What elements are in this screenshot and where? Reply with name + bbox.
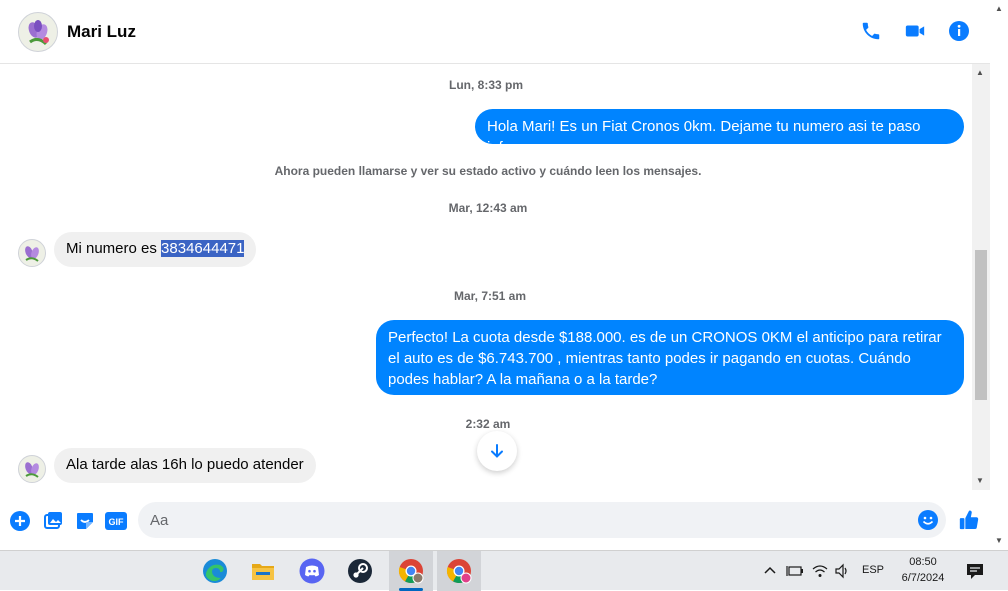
more-actions-button[interactable]: [9, 510, 31, 532]
taskbar-file-explorer[interactable]: [241, 551, 285, 591]
message-input-placeholder: Aa: [150, 512, 169, 529]
contact-name[interactable]: Mari Luz: [67, 22, 136, 42]
timestamp: Lun, 8:33 pm: [448, 78, 523, 92]
message-input[interactable]: Aa: [138, 502, 946, 538]
scroll-up-arrow-icon[interactable]: ▲: [976, 68, 984, 77]
conversation-info-button[interactable]: [946, 18, 972, 44]
scroll-down-arrow-icon[interactable]: ▼: [976, 476, 984, 485]
clock-date: 6/7/2024: [901, 572, 945, 584]
battery-icon[interactable]: [786, 564, 804, 578]
taskbar-edge[interactable]: [193, 551, 237, 591]
timestamp: Mar, 7:51 am: [453, 289, 527, 303]
system-clock[interactable]: 08:50 6/7/2024: [893, 554, 953, 586]
selected-phone-number[interactable]: 3834644471: [161, 240, 245, 257]
scrollbar-thumb[interactable]: [975, 250, 987, 400]
voice-call-button[interactable]: [858, 18, 884, 44]
input-language[interactable]: ESP: [862, 564, 884, 576]
incoming-message[interactable]: Mi numero es 3834644471: [54, 232, 257, 267]
discord-icon: [299, 558, 325, 584]
info-icon: [949, 21, 969, 41]
timestamp: 2:32 am: [465, 417, 511, 431]
plus-circle-icon: [10, 511, 30, 531]
attach-media-button[interactable]: [42, 510, 64, 532]
clock-time: 08:50: [909, 556, 937, 568]
gif-label: GIF: [109, 517, 125, 527]
taskbar-chrome-profile-1[interactable]: [389, 551, 433, 591]
chat-header: Mari Luz: [0, 0, 990, 64]
sticker-icon: [77, 513, 93, 529]
like-button[interactable]: [957, 508, 981, 532]
message-composer: GIF Aa: [0, 490, 990, 550]
sticker-button[interactable]: [74, 510, 96, 532]
page-scroll-up-icon[interactable]: ▲: [995, 4, 1003, 13]
taskbar-steam[interactable]: [338, 551, 382, 591]
arrow-down-icon: [491, 444, 503, 458]
edge-icon: [203, 559, 227, 583]
thumbs-up-icon: [959, 510, 979, 530]
taskbar-discord[interactable]: [290, 551, 334, 591]
phone-icon: [862, 22, 880, 40]
outgoing-message[interactable]: Perfecto! La cuota desde $188.000. es de…: [376, 320, 964, 395]
timestamp: Mar, 12:43 am: [448, 201, 528, 215]
emoji-icon[interactable]: [918, 510, 938, 530]
page-scrollbar[interactable]: ▲ ▼: [990, 0, 1008, 550]
contact-avatar-small[interactable]: [18, 455, 46, 483]
notifications-icon[interactable]: [966, 562, 984, 580]
scroll-to-bottom-button[interactable]: [477, 431, 517, 471]
gif-button[interactable]: GIF: [104, 510, 128, 532]
contact-avatar-small[interactable]: [18, 239, 46, 267]
folder-icon: [252, 564, 274, 580]
windows-taskbar: ESP 08:50 6/7/2024: [0, 550, 1008, 591]
chrome-icon: [446, 559, 472, 584]
incoming-message[interactable]: Ala tarde alas 16h lo puedo atender: [54, 448, 316, 483]
outgoing-message[interactable]: Hola Mari! Es un Fiat Cronos 0km. Dejame…: [475, 109, 964, 156]
gif-icon: GIF: [105, 512, 127, 530]
volume-icon[interactable]: [834, 563, 850, 579]
wifi-icon[interactable]: [812, 563, 828, 579]
taskbar-chrome-profile-2[interactable]: [437, 551, 481, 591]
image-icon: [44, 512, 62, 529]
message-text: Mi numero es: [66, 240, 162, 257]
video-call-button[interactable]: [902, 18, 928, 44]
contact-avatar[interactable]: [18, 12, 58, 52]
video-camera-icon: [905, 25, 925, 37]
page-scroll-down-icon[interactable]: ▼: [995, 536, 1003, 545]
message-thread[interactable]: Lun, 8:33 pm Hola Mari! Es un Fiat Crono…: [0, 64, 972, 490]
steam-icon: [348, 559, 372, 583]
message-scrollbar[interactable]: ▲ ▼: [972, 64, 990, 490]
chrome-icon: [398, 559, 424, 584]
chevron-up-icon[interactable]: [764, 565, 776, 577]
system-notice: Ahora pueden llamarse y ver su estado ac…: [274, 164, 702, 178]
